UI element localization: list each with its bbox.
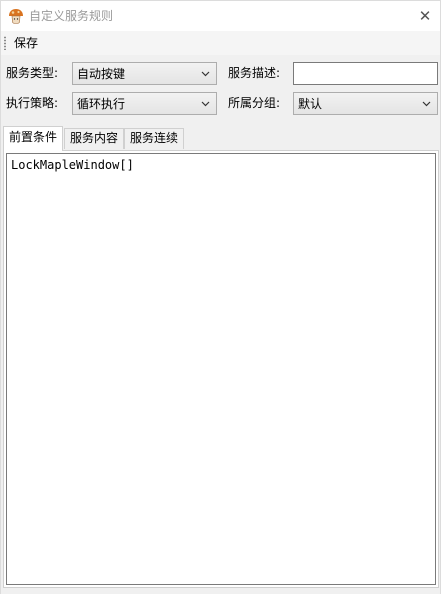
window-title: 自定义服务规则 (29, 9, 114, 23)
tab-service-content[interactable]: 服务内容 (64, 128, 124, 149)
service-type-value: 自动按键 (77, 67, 126, 81)
bottom-strip (1, 588, 440, 594)
chevron-down-icon (422, 101, 431, 107)
service-type-select[interactable]: 自动按键 (72, 62, 217, 85)
title-bar[interactable]: 自定义服务规则 ✕ (1, 1, 440, 31)
strategy-select[interactable]: 循环执行 (72, 92, 217, 115)
service-desc-label: 服务描述: (228, 66, 281, 80)
toolbar: 保存 (1, 31, 440, 55)
toolbar-grip-icon[interactable] (4, 36, 6, 50)
close-icon: ✕ (418, 7, 432, 25)
group-label: 所属分组: (228, 96, 281, 110)
save-button[interactable]: 保存 (12, 34, 40, 52)
tab-service-continuation[interactable]: 服务连续 (124, 128, 184, 149)
group-value: 默认 (298, 97, 323, 111)
close-button[interactable]: ✕ (410, 1, 440, 31)
service-desc-input[interactable] (293, 62, 438, 85)
chevron-down-icon (201, 101, 210, 107)
group-select[interactable]: 默认 (293, 92, 438, 115)
tab-preconditions[interactable]: 前置条件 (3, 126, 63, 151)
precondition-editor[interactable]: LockMapleWindow[] (6, 153, 436, 585)
mushroom-icon (9, 9, 23, 24)
strategy-label: 执行策略: (6, 96, 59, 110)
chevron-down-icon (201, 71, 210, 77)
strategy-value: 循环执行 (77, 97, 126, 111)
tab-content-panel: LockMapleWindow[] (3, 150, 439, 588)
service-type-label: 服务类型: (6, 66, 59, 80)
rule-dialog-window: 自定义服务规则 ✕ 保存 服务类型: 自动按键 服务描述: 执行策略: 循环执行… (0, 0, 441, 594)
